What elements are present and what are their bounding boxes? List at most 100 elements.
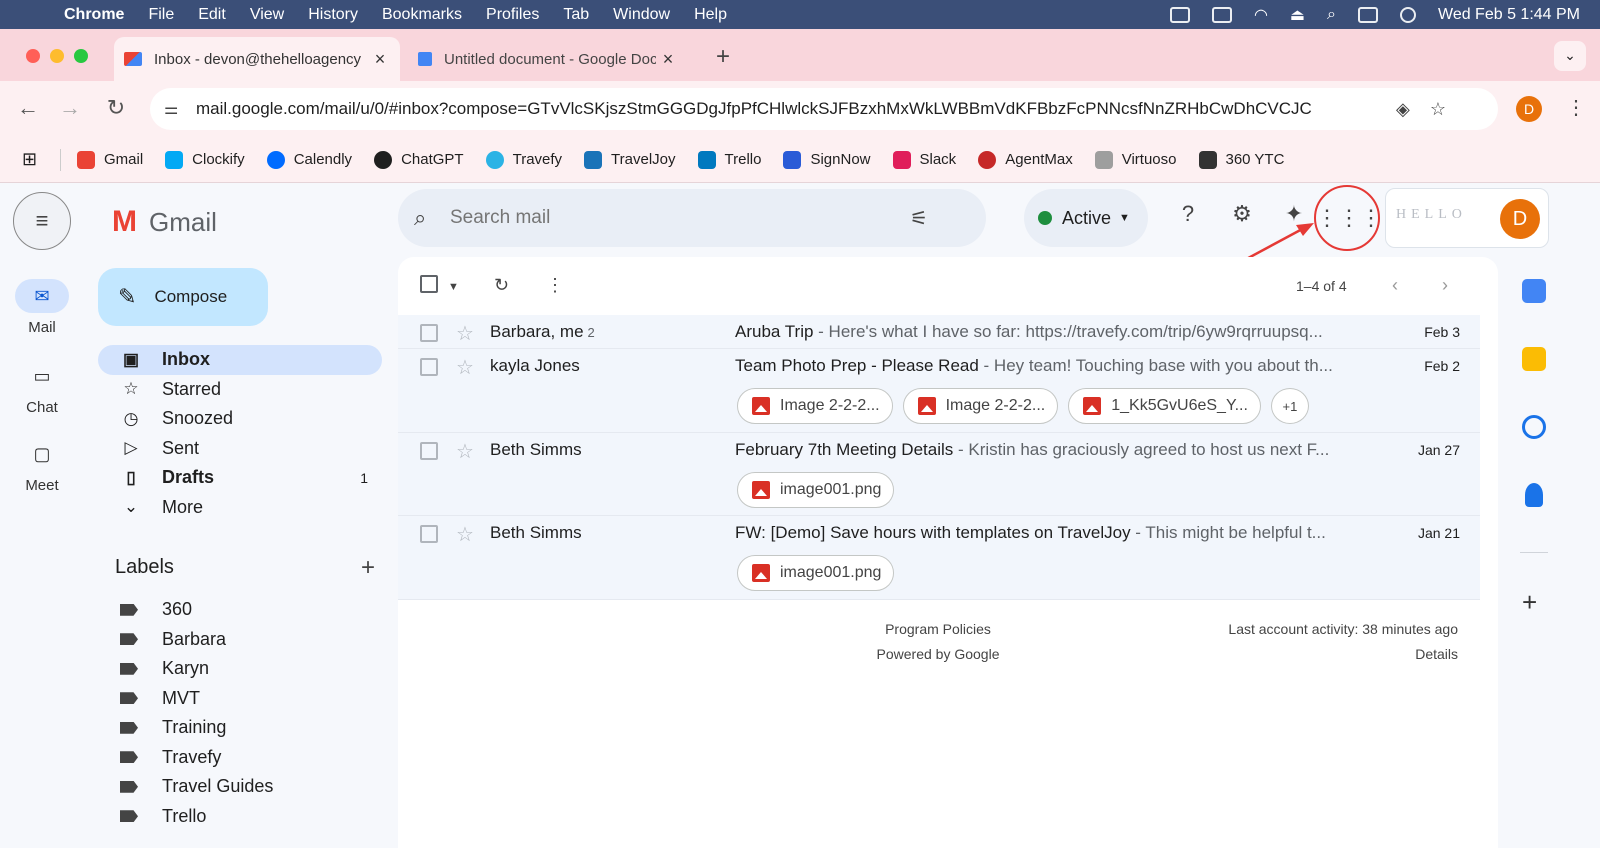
attachment-chip[interactable]: Image 2-2-2... [902, 388, 1059, 424]
details-link[interactable]: Details [1228, 642, 1458, 667]
bookmark-trello[interactable]: Trello [697, 150, 761, 169]
forward-button[interactable]: → [56, 95, 84, 121]
menu-tab[interactable]: Tab [563, 6, 589, 24]
label-item[interactable]: Travefy [98, 743, 382, 773]
spotlight-icon[interactable]: ⌕ [1327, 6, 1336, 24]
nav-more[interactable]: ⌄ More [98, 493, 382, 523]
label-item[interactable]: Travel Guides [98, 772, 382, 802]
bookmark-chatgpt[interactable]: ChatGPT [374, 150, 464, 169]
rail-meet[interactable]: ▢ Meet [0, 437, 84, 494]
label-item[interactable]: Training [98, 713, 382, 743]
bookmark-traveljoy[interactable]: TravelJoy [584, 150, 676, 169]
tasks-icon[interactable] [1522, 415, 1546, 439]
bookmark-calendly[interactable]: Calendly [266, 150, 352, 169]
keep-icon[interactable] [1522, 347, 1546, 371]
menu-bookmarks[interactable]: Bookmarks [382, 6, 462, 24]
attachment-chip[interactable]: Image 2-2-2... [737, 388, 893, 424]
extension-icon[interactable]: ◈ [1396, 99, 1410, 120]
table-row[interactable]: ☆ kayla Jones Team Photo Prep - Please R… [398, 349, 1480, 433]
menu-edit[interactable]: Edit [198, 6, 226, 24]
apps-grid-icon[interactable]: ⊞ [22, 149, 44, 170]
table-row[interactable]: ☆ Barbara, me 2 Aruba Trip - Here's what … [398, 315, 1480, 349]
drive-icon[interactable] [1169, 6, 1190, 23]
reload-button[interactable]: ↻ [102, 95, 130, 121]
bookmark-signnow[interactable]: SignNow [783, 150, 871, 169]
rail-mail[interactable]: ✉ Mail [0, 279, 84, 336]
battery-icon[interactable] [1211, 6, 1232, 23]
settings-gear-icon[interactable]: ⚙ [1227, 201, 1257, 227]
back-button[interactable]: ← [14, 95, 42, 121]
label-item[interactable]: MVT [98, 684, 382, 714]
program-policies-link[interactable]: Program Policies [818, 617, 1058, 642]
google-apps-button[interactable]: ⋮⋮⋮ [1314, 185, 1382, 251]
attachment-chip[interactable]: image001.png [737, 472, 895, 508]
main-menu-button[interactable]: ≡ [13, 192, 71, 250]
table-row[interactable]: ☆ Beth Simms February 7th Meeting Detail… [398, 433, 1480, 516]
minimize-window-icon[interactable] [50, 49, 64, 63]
menu-help[interactable]: Help [694, 6, 727, 24]
label-item[interactable]: Karyn [98, 654, 382, 684]
star-icon[interactable]: ☆ [456, 522, 474, 547]
next-page-icon[interactable]: › [1442, 275, 1448, 296]
help-icon[interactable]: ? [1173, 201, 1203, 227]
more-attachments-chip[interactable]: +1 [1270, 388, 1309, 424]
tab-google-doc[interactable]: Untitled document - Google Docs × [408, 37, 688, 81]
close-window-icon[interactable] [26, 49, 40, 63]
chrome-menu-icon[interactable]: ⋮ [1566, 95, 1586, 120]
select-all-checkbox[interactable] [420, 275, 438, 298]
calendar-icon[interactable] [1522, 279, 1546, 303]
row-checkbox[interactable] [420, 442, 438, 460]
bookmark-star-icon[interactable]: ☆ [1430, 99, 1446, 120]
star-icon[interactable]: ☆ [456, 321, 474, 346]
bookmark-gmail[interactable]: Gmail [77, 150, 143, 169]
more-options-icon[interactable]: ⋮ [546, 275, 564, 296]
bookmark-360ytc[interactable]: 360 YTC [1198, 150, 1284, 169]
table-row[interactable]: ☆ Beth Simms FW: [Demo] Save hours with … [398, 516, 1480, 600]
zoom-window-icon[interactable] [74, 49, 88, 63]
menu-file[interactable]: File [148, 6, 174, 24]
nav-inbox[interactable]: ▣ Inbox [98, 345, 382, 375]
new-tab-button[interactable]: + [716, 43, 730, 71]
star-icon[interactable]: ☆ [456, 355, 474, 380]
bookmark-travefy[interactable]: Travefy [485, 150, 562, 169]
menu-profiles[interactable]: Profiles [486, 6, 539, 24]
address-bar[interactable]: ⚌ mail.google.com/mail/u/0/#inbox?compos… [150, 88, 1498, 130]
search-icon[interactable]: ⌕ [414, 205, 440, 231]
attachment-chip[interactable]: 1_Kk5GvU6eS_Y... [1068, 388, 1261, 424]
url-text[interactable]: mail.google.com/mail/u/0/#inbox?compose=… [196, 99, 1376, 119]
attachment-chip[interactable]: image001.png [737, 555, 895, 591]
menu-window[interactable]: Window [613, 6, 670, 24]
row-checkbox[interactable] [420, 324, 438, 342]
gemini-sparkle-icon[interactable]: ✦ [1279, 201, 1309, 227]
nav-snoozed[interactable]: ◷ Snoozed [98, 404, 382, 434]
search-options-icon[interactable]: ⚟ [910, 206, 928, 231]
label-item[interactable]: 360 [98, 595, 382, 625]
avatar[interactable]: D [1500, 199, 1540, 239]
menu-history[interactable]: History [308, 6, 358, 24]
control-center-icon[interactable] [1358, 6, 1378, 23]
contacts-icon[interactable] [1525, 483, 1543, 507]
row-checkbox[interactable] [420, 358, 438, 376]
gmail-logo[interactable]: M Gmail [112, 205, 217, 239]
label-item[interactable]: Barbara [98, 625, 382, 655]
bookmark-agentmax[interactable]: AgentMax [978, 150, 1073, 169]
account-switcher[interactable]: HELLO D [1385, 188, 1549, 248]
tab-gmail-inbox[interactable]: Inbox - devon@thehelloagency × [114, 37, 400, 81]
bookmark-clockify[interactable]: Clockify [165, 150, 245, 169]
eject-icon[interactable]: ⏏ [1290, 5, 1305, 25]
search-input[interactable] [450, 207, 910, 229]
close-tab-icon[interactable]: × [368, 49, 392, 70]
menu-app-name[interactable]: Chrome [64, 6, 124, 24]
close-tab-icon[interactable]: × [656, 49, 680, 70]
site-info-icon[interactable]: ⚌ [164, 99, 186, 119]
star-icon[interactable]: ☆ [456, 439, 474, 464]
bookmark-virtuoso[interactable]: Virtuoso [1094, 150, 1177, 169]
previous-page-icon[interactable]: ‹ [1392, 275, 1398, 296]
nav-starred[interactable]: ☆ Starred [98, 375, 382, 405]
tab-search-button[interactable]: ⌄ [1554, 41, 1586, 71]
bookmark-slack[interactable]: Slack [892, 150, 956, 169]
compose-button[interactable]: ✎ Compose [98, 268, 268, 326]
label-item[interactable]: Trello [98, 802, 382, 832]
menu-view[interactable]: View [250, 6, 284, 24]
row-checkbox[interactable] [420, 525, 438, 543]
